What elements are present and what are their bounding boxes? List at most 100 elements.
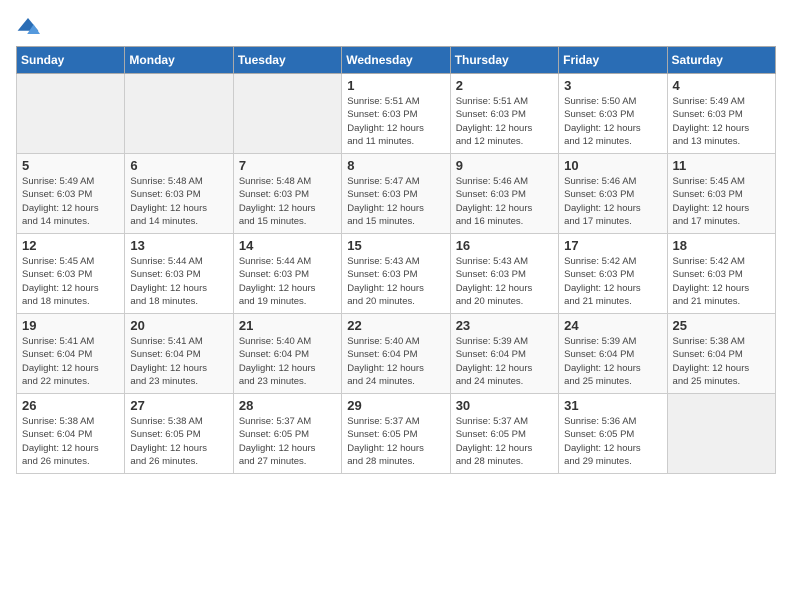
day-info: Sunrise: 5:38 AM Sunset: 6:04 PM Dayligh… bbox=[22, 415, 119, 468]
calendar-cell: 15Sunrise: 5:43 AM Sunset: 6:03 PM Dayli… bbox=[342, 234, 450, 314]
calendar-cell: 25 Sunrise: 5:38 AM Sunset: 6:04 PM Dayli… bbox=[667, 314, 775, 394]
calendar-week-row: 19 Sunrise: 5:41 AM Sunset: 6:04 PM Dayli… bbox=[17, 314, 776, 394]
day-info: Sunrise: 5:43 AM Sunset: 6:03 PM Dayligh… bbox=[347, 255, 444, 308]
day-info: Sunrise: 5:41 AM Sunset: 6:04 PM Dayligh… bbox=[22, 335, 119, 388]
logo-icon bbox=[16, 16, 40, 36]
day-info: Sunrise: 5:37 AM Sunset: 6:05 PM Dayligh… bbox=[239, 415, 336, 468]
weekday-header-tuesday: Tuesday bbox=[233, 47, 341, 74]
weekday-header-monday: Monday bbox=[125, 47, 233, 74]
day-info: Sunrise: 5:44 AM Sunset: 6:03 PM Dayligh… bbox=[239, 255, 336, 308]
calendar-cell: 4Sunrise: 5:49 AM Sunset: 6:03 PM Daylig… bbox=[667, 74, 775, 154]
day-info: Sunrise: 5:47 AM Sunset: 6:03 PM Dayligh… bbox=[347, 175, 444, 228]
day-number: 6 bbox=[130, 158, 227, 173]
calendar-cell: 17 Sunrise: 5:42 AM Sunset: 6:03 PM Dayli… bbox=[559, 234, 667, 314]
calendar-cell: 22 Sunrise: 5:40 AM Sunset: 6:04 PM Dayli… bbox=[342, 314, 450, 394]
day-number: 12 bbox=[22, 238, 119, 253]
day-number: 19 bbox=[22, 318, 119, 333]
calendar-cell: 9 Sunrise: 5:46 AM Sunset: 6:03 PM Daylig… bbox=[450, 154, 558, 234]
day-info: Sunrise: 5:40 AM Sunset: 6:04 PM Dayligh… bbox=[239, 335, 336, 388]
day-info: Sunrise: 5:38 AM Sunset: 6:04 PM Dayligh… bbox=[673, 335, 770, 388]
day-number: 1 bbox=[347, 78, 444, 93]
day-info: Sunrise: 5:42 AM Sunset: 6:03 PM Dayligh… bbox=[673, 255, 770, 308]
day-info: Sunrise: 5:38 AM Sunset: 6:05 PM Dayligh… bbox=[130, 415, 227, 468]
day-info: Sunrise: 5:49 AM Sunset: 6:03 PM Dayligh… bbox=[22, 175, 119, 228]
day-info: Sunrise: 5:41 AM Sunset: 6:04 PM Dayligh… bbox=[130, 335, 227, 388]
calendar-cell bbox=[667, 394, 775, 474]
calendar-cell: 10 Sunrise: 5:46 AM Sunset: 6:03 PM Dayli… bbox=[559, 154, 667, 234]
calendar-cell: 18 Sunrise: 5:42 AM Sunset: 6:03 PM Dayli… bbox=[667, 234, 775, 314]
day-info: Sunrise: 5:46 AM Sunset: 6:03 PM Dayligh… bbox=[564, 175, 661, 228]
calendar-week-row: 1 Sunrise: 5:51 AM Sunset: 6:03 PM Daylig… bbox=[17, 74, 776, 154]
calendar-cell bbox=[125, 74, 233, 154]
day-number: 17 bbox=[564, 238, 661, 253]
calendar-cell: 7 Sunrise: 5:48 AM Sunset: 6:03 PM Daylig… bbox=[233, 154, 341, 234]
calendar-cell: 2 Sunrise: 5:51 AM Sunset: 6:03 PM Daylig… bbox=[450, 74, 558, 154]
calendar-cell: 24 Sunrise: 5:39 AM Sunset: 6:04 PM Dayli… bbox=[559, 314, 667, 394]
calendar-cell: 5 Sunrise: 5:49 AM Sunset: 6:03 PM Daylig… bbox=[17, 154, 125, 234]
day-info: Sunrise: 5:36 AM Sunset: 6:05 PM Dayligh… bbox=[564, 415, 661, 468]
day-info: Sunrise: 5:51 AM Sunset: 6:03 PM Dayligh… bbox=[456, 95, 553, 148]
day-number: 13 bbox=[130, 238, 227, 253]
weekday-header-friday: Friday bbox=[559, 47, 667, 74]
calendar-cell: 8 Sunrise: 5:47 AM Sunset: 6:03 PM Daylig… bbox=[342, 154, 450, 234]
day-info: Sunrise: 5:45 AM Sunset: 6:03 PM Dayligh… bbox=[673, 175, 770, 228]
day-number: 25 bbox=[673, 318, 770, 333]
calendar-cell: 3 Sunrise: 5:50 AM Sunset: 6:03 PM Daylig… bbox=[559, 74, 667, 154]
calendar-cell bbox=[233, 74, 341, 154]
calendar-cell: 16Sunrise: 5:43 AM Sunset: 6:03 PM Dayli… bbox=[450, 234, 558, 314]
calendar-cell: 14 Sunrise: 5:44 AM Sunset: 6:03 PM Dayli… bbox=[233, 234, 341, 314]
calendar-cell bbox=[17, 74, 125, 154]
calendar-cell: 12 Sunrise: 5:45 AM Sunset: 6:03 PM Dayli… bbox=[17, 234, 125, 314]
calendar-cell: 21Sunrise: 5:40 AM Sunset: 6:04 PM Dayli… bbox=[233, 314, 341, 394]
day-number: 18 bbox=[673, 238, 770, 253]
day-number: 22 bbox=[347, 318, 444, 333]
day-info: Sunrise: 5:45 AM Sunset: 6:03 PM Dayligh… bbox=[22, 255, 119, 308]
day-number: 30 bbox=[456, 398, 553, 413]
weekday-header-sunday: Sunday bbox=[17, 47, 125, 74]
day-info: Sunrise: 5:40 AM Sunset: 6:04 PM Dayligh… bbox=[347, 335, 444, 388]
calendar-body: 1 Sunrise: 5:51 AM Sunset: 6:03 PM Daylig… bbox=[17, 74, 776, 474]
day-info: Sunrise: 5:42 AM Sunset: 6:03 PM Dayligh… bbox=[564, 255, 661, 308]
day-number: 4 bbox=[673, 78, 770, 93]
day-info: Sunrise: 5:48 AM Sunset: 6:03 PM Dayligh… bbox=[239, 175, 336, 228]
calendar-cell: 28 Sunrise: 5:37 AM Sunset: 6:05 PM Dayli… bbox=[233, 394, 341, 474]
day-info: Sunrise: 5:46 AM Sunset: 6:03 PM Dayligh… bbox=[456, 175, 553, 228]
day-number: 27 bbox=[130, 398, 227, 413]
calendar-cell: 6 Sunrise: 5:48 AM Sunset: 6:03 PM Daylig… bbox=[125, 154, 233, 234]
day-number: 9 bbox=[456, 158, 553, 173]
calendar-header bbox=[16, 16, 776, 36]
day-info: Sunrise: 5:43 AM Sunset: 6:03 PM Dayligh… bbox=[456, 255, 553, 308]
calendar-cell: 29Sunrise: 5:37 AM Sunset: 6:05 PM Dayli… bbox=[342, 394, 450, 474]
day-number: 28 bbox=[239, 398, 336, 413]
day-number: 20 bbox=[130, 318, 227, 333]
weekday-header-saturday: Saturday bbox=[667, 47, 775, 74]
day-number: 7 bbox=[239, 158, 336, 173]
logo bbox=[16, 16, 44, 36]
day-number: 10 bbox=[564, 158, 661, 173]
day-info: Sunrise: 5:48 AM Sunset: 6:03 PM Dayligh… bbox=[130, 175, 227, 228]
calendar-cell: 1Sunrise: 5:51 AM Sunset: 6:03 PM Daylig… bbox=[342, 74, 450, 154]
calendar-cell: 20 Sunrise: 5:41 AM Sunset: 6:04 PM Dayli… bbox=[125, 314, 233, 394]
day-info: Sunrise: 5:37 AM Sunset: 6:05 PM Dayligh… bbox=[456, 415, 553, 468]
day-number: 2 bbox=[456, 78, 553, 93]
day-number: 8 bbox=[347, 158, 444, 173]
day-info: Sunrise: 5:39 AM Sunset: 6:04 PM Dayligh… bbox=[564, 335, 661, 388]
day-number: 31 bbox=[564, 398, 661, 413]
weekday-header-wednesday: Wednesday bbox=[342, 47, 450, 74]
day-number: 26 bbox=[22, 398, 119, 413]
calendar-cell: 26 Sunrise: 5:38 AM Sunset: 6:04 PM Dayli… bbox=[17, 394, 125, 474]
calendar-cell: 31 Sunrise: 5:36 AM Sunset: 6:05 PM Dayli… bbox=[559, 394, 667, 474]
calendar-week-row: 12 Sunrise: 5:45 AM Sunset: 6:03 PM Dayli… bbox=[17, 234, 776, 314]
day-number: 3 bbox=[564, 78, 661, 93]
calendar-table: SundayMondayTuesdayWednesdayThursdayFrid… bbox=[16, 46, 776, 474]
weekday-header-thursday: Thursday bbox=[450, 47, 558, 74]
day-number: 14 bbox=[239, 238, 336, 253]
day-number: 11 bbox=[673, 158, 770, 173]
day-number: 5 bbox=[22, 158, 119, 173]
calendar-cell: 11 Sunrise: 5:45 AM Sunset: 6:03 PM Dayli… bbox=[667, 154, 775, 234]
calendar-cell: 13Sunrise: 5:44 AM Sunset: 6:03 PM Dayli… bbox=[125, 234, 233, 314]
calendar-week-row: 26 Sunrise: 5:38 AM Sunset: 6:04 PM Dayli… bbox=[17, 394, 776, 474]
day-number: 24 bbox=[564, 318, 661, 333]
calendar-cell: 30 Sunrise: 5:37 AM Sunset: 6:05 PM Dayli… bbox=[450, 394, 558, 474]
day-info: Sunrise: 5:50 AM Sunset: 6:03 PM Dayligh… bbox=[564, 95, 661, 148]
